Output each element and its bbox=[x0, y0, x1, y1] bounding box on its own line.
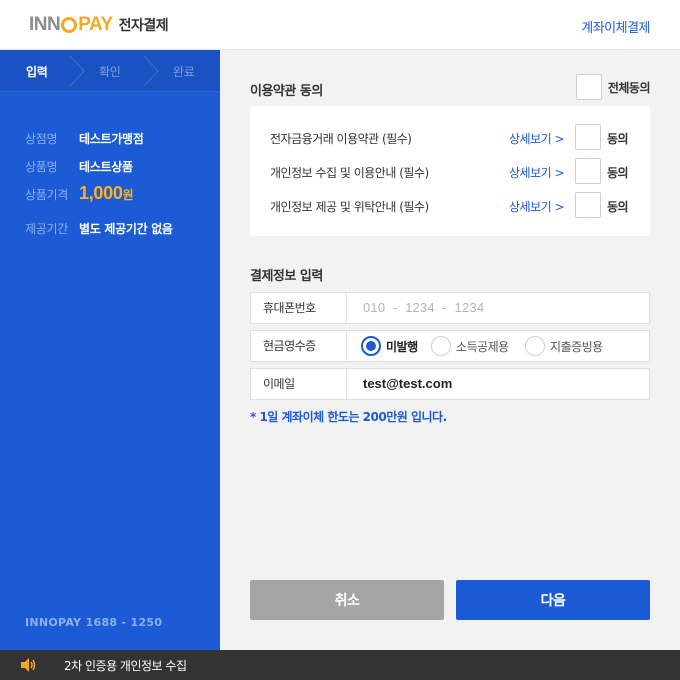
chevron-right-icon bbox=[143, 56, 159, 86]
price-value: 1,000 bbox=[79, 183, 123, 203]
price-info: 상품기격 1,000원 bbox=[25, 183, 134, 204]
main-content: 이용약관 동의 전체동의 전자금융거래 이용약관 (필수) 상세보기 > 동의 … bbox=[220, 50, 680, 650]
radio-icon bbox=[431, 336, 451, 356]
phone-label: 휴대폰번호 bbox=[251, 293, 347, 323]
all-agree-label: 전체동의 bbox=[607, 80, 651, 95]
step-confirm: 확인 bbox=[99, 65, 121, 79]
phone-input[interactable]: 010 - 1234 - 1234 bbox=[363, 293, 484, 323]
innopay-logo: INN PAY 전자결제 bbox=[29, 14, 169, 36]
product-label: 상품명 bbox=[25, 160, 58, 174]
term-label: 개인정보 제공 및 위탁안내 (필수) bbox=[270, 200, 429, 214]
term-detail-link[interactable]: 상세보기 > bbox=[509, 198, 565, 215]
step-indicator: 입력 확인 완료 bbox=[0, 50, 220, 92]
all-agree-checkbox[interactable] bbox=[575, 74, 602, 100]
phone-field: 휴대폰번호 010 - 1234 - 1234 bbox=[250, 292, 650, 324]
price-unit: 원 bbox=[122, 188, 134, 202]
email-label: 이메일 bbox=[251, 369, 347, 399]
price-label: 상품기격 bbox=[25, 188, 68, 202]
period-info: 제공기간 별도 제공기간 없음 bbox=[25, 220, 173, 237]
receipt-option-label: 지출증빙용 bbox=[550, 339, 603, 354]
payment-type-title: 계좌이체결제 bbox=[581, 21, 650, 36]
cancel-button[interactable]: 취소 bbox=[250, 580, 444, 620]
radio-selected-icon bbox=[361, 336, 381, 356]
step-complete: 완료 bbox=[173, 65, 195, 79]
footer-bar[interactable]: 2차 인증용 개인정보 수집 bbox=[0, 650, 680, 680]
transfer-limit-notice: * 1일 계좌이체 한도는 200만원 입니다. bbox=[250, 410, 447, 424]
receipt-label: 현금영수증 bbox=[251, 331, 347, 361]
receipt-option-label: 미발행 bbox=[386, 339, 418, 354]
period-value: 별도 제공기간 없음 bbox=[79, 222, 173, 236]
term-agree-checkbox[interactable] bbox=[575, 124, 601, 150]
footer-text: 2차 인증용 개인정보 수집 bbox=[64, 659, 187, 673]
bulb-icon bbox=[61, 17, 78, 33]
merchant-info: 상점명 테스트가맹점 bbox=[25, 130, 144, 147]
all-agree-group: 전체동의 bbox=[575, 74, 651, 100]
term-row: 개인정보 제공 및 위탁안내 (필수) 상세보기 > 동의 bbox=[250, 190, 650, 220]
receipt-option-expense-proof[interactable]: 지출증빙용 bbox=[525, 336, 603, 356]
sidebar: 입력 확인 완료 상점명 테스트가맹점 상품명 테스트상품 상품기격 1,000원 제… bbox=[0, 50, 220, 650]
term-detail-link[interactable]: 상세보기 > bbox=[509, 130, 565, 147]
merchant-label: 상점명 bbox=[25, 132, 58, 146]
term-agree-checkbox[interactable] bbox=[575, 192, 601, 218]
email-field: 이메일 test@test.com bbox=[250, 368, 650, 400]
terms-section-title: 이용약관 동의 bbox=[250, 84, 323, 99]
terms-box: 전자금융거래 이용약관 (필수) 상세보기 > 동의 개인정보 수집 및 이용안… bbox=[250, 106, 650, 236]
radio-icon bbox=[525, 336, 545, 356]
payment-section-title: 결제정보 입력 bbox=[250, 269, 323, 284]
term-agree-label: 동의 bbox=[607, 166, 629, 180]
term-row: 전자금융거래 이용약관 (필수) 상세보기 > 동의 bbox=[250, 122, 650, 152]
email-input[interactable]: test@test.com bbox=[363, 369, 452, 399]
logo-text-inn: INN bbox=[29, 14, 61, 35]
term-label: 전자금융거래 이용약관 (필수) bbox=[270, 132, 412, 146]
next-button[interactable]: 다음 bbox=[456, 580, 650, 620]
receipt-option-label: 소득공제용 bbox=[456, 339, 509, 354]
customer-service-number: INNOPAY 1688 - 1250 bbox=[25, 616, 163, 629]
step-input: 입력 bbox=[26, 65, 48, 79]
speaker-icon bbox=[21, 658, 36, 672]
logo-text-pay: PAY bbox=[78, 14, 113, 35]
term-agree-label: 동의 bbox=[607, 200, 629, 214]
term-agree-checkbox[interactable] bbox=[575, 158, 601, 184]
merchant-value: 테스트가맹점 bbox=[79, 132, 144, 146]
receipt-option-none[interactable]: 미발행 bbox=[361, 336, 418, 356]
term-row: 개인정보 수집 및 이용안내 (필수) 상세보기 > 동의 bbox=[250, 156, 650, 186]
term-detail-link[interactable]: 상세보기 > bbox=[509, 164, 565, 181]
logo-subtitle: 전자결제 bbox=[118, 18, 169, 34]
receipt-option-income-deduction[interactable]: 소득공제용 bbox=[431, 336, 509, 356]
header: INN PAY 전자결제 계좌이체결제 bbox=[0, 0, 680, 50]
receipt-field: 현금영수증 미발행 소득공제용 지출증빙용 bbox=[250, 330, 650, 362]
chevron-right-icon bbox=[69, 56, 85, 86]
product-value: 테스트상품 bbox=[79, 160, 133, 174]
product-info: 상품명 테스트상품 bbox=[25, 158, 133, 175]
term-label: 개인정보 수집 및 이용안내 (필수) bbox=[270, 166, 429, 180]
term-agree-label: 동의 bbox=[607, 132, 629, 146]
period-label: 제공기간 bbox=[25, 222, 68, 236]
